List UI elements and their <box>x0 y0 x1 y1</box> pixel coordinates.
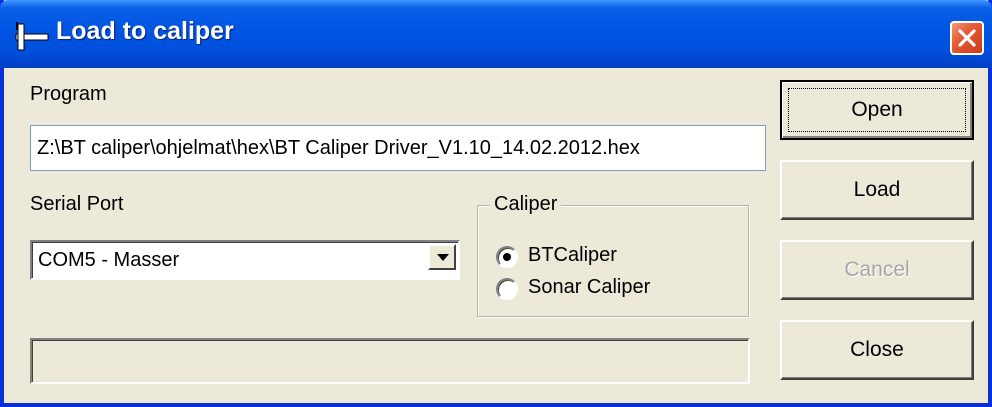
radio-label: BTCaliper <box>528 244 617 266</box>
close-icon <box>958 29 976 47</box>
load-button[interactable]: Load <box>780 160 974 220</box>
radio-button[interactable] <box>496 246 518 268</box>
window-title: Load to caliper <box>56 17 234 45</box>
dropdown-button[interactable] <box>428 244 456 270</box>
radio-label: Sonar Caliper <box>528 276 651 298</box>
radio-btcaliper[interactable]: BTCaliper <box>496 244 736 270</box>
focus-rect <box>788 88 966 132</box>
caliper-icon <box>15 22 49 51</box>
cancel-button-label: Cancel <box>844 258 910 281</box>
radio-sonar-caliper[interactable]: Sonar Caliper <box>496 276 736 302</box>
caliper-groupbox: Caliper BTCaliper Sonar Caliper <box>477 193 749 317</box>
radio-button[interactable] <box>496 278 518 300</box>
chevron-down-icon <box>437 254 449 261</box>
close-button-label: Close <box>850 338 904 361</box>
program-label: Program <box>30 83 107 105</box>
title-bar[interactable]: Load to caliper <box>0 0 992 68</box>
caliper-group-legend: Caliper <box>490 193 562 216</box>
program-path-input[interactable]: Z:\BT caliper\ohjelmat\hex\BT Caliper Dr… <box>30 125 766 171</box>
close-window-button[interactable] <box>950 21 984 55</box>
serial-port-value: COM5 - Masser <box>38 249 180 271</box>
radio-selected-dot <box>503 253 511 261</box>
cancel-button[interactable]: Cancel <box>780 240 974 300</box>
serial-port-label: Serial Port <box>30 193 124 215</box>
dialog-window: Load to caliper Program Z:\BT caliper\oh… <box>0 0 992 407</box>
serial-port-select[interactable]: COM5 - Masser <box>30 240 460 280</box>
load-button-label: Load <box>853 178 901 201</box>
open-button[interactable]: Open <box>780 80 974 140</box>
close-button[interactable]: Close <box>780 320 974 380</box>
progress-bar <box>30 338 750 384</box>
